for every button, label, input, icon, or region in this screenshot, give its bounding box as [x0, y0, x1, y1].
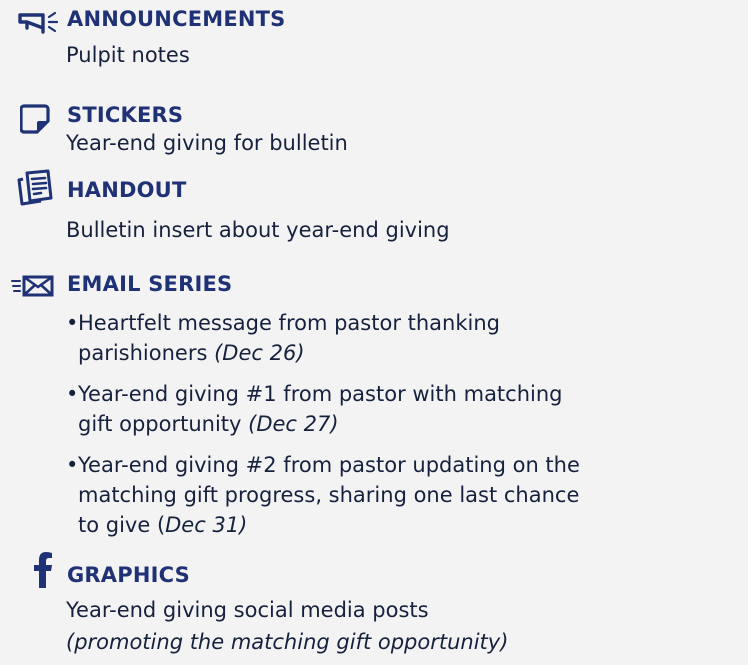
stickers-description: Year-end giving for bulletin [66, 131, 348, 155]
list-item: • Year-end giving #1 from pastor with ma… [66, 379, 726, 439]
list-item: • Year-end giving #2 from pastor updatin… [66, 450, 726, 540]
announcements-description: Pulpit notes [66, 43, 190, 67]
documents-icon [17, 169, 53, 206]
email-2-line-1: Year-end giving #1 from pastor with matc… [78, 382, 563, 406]
email-3-line-3: to give ( [78, 513, 166, 537]
facebook-icon [34, 552, 52, 588]
bullet-marker: • [66, 311, 79, 335]
megaphone-icon [18, 11, 59, 34]
email-1-date: (Dec 26) [214, 341, 305, 365]
announcements-heading: ANNOUNCEMENTS [67, 7, 286, 31]
email-1-line-2: parishioners [78, 341, 215, 365]
email-list: • Heartfelt message from pastor thanking… [66, 308, 726, 551]
email-3-date: Dec 31) [165, 513, 248, 537]
email-3-line-2: matching gift progress, sharing one last… [78, 483, 580, 507]
email-fast-icon [11, 275, 54, 297]
handout-description: Bulletin insert about year-end giving [66, 218, 450, 242]
graphics-note: (promoting the matching gift opportunity… [66, 630, 509, 654]
bullet-marker: • [66, 453, 79, 477]
email-3-line-1: Year-end giving #2 from pastor updating … [78, 453, 580, 477]
stickers-heading: STICKERS [67, 103, 184, 127]
email-2-line-2: gift opportunity [78, 412, 249, 436]
graphics-heading: GRAPHICS [67, 563, 190, 587]
sticky-note-icon [20, 104, 50, 134]
bullet-marker: • [66, 382, 79, 406]
email-series-heading: EMAIL SERIES [67, 272, 233, 296]
email-2-date: (Dec 27) [248, 412, 339, 436]
list-item: • Heartfelt message from pastor thanking… [66, 308, 726, 368]
handout-heading: HANDOUT [67, 178, 187, 202]
email-1-line-1: Heartfelt message from pastor thanking [78, 311, 500, 335]
graphics-description: Year-end giving social media posts [66, 598, 429, 622]
